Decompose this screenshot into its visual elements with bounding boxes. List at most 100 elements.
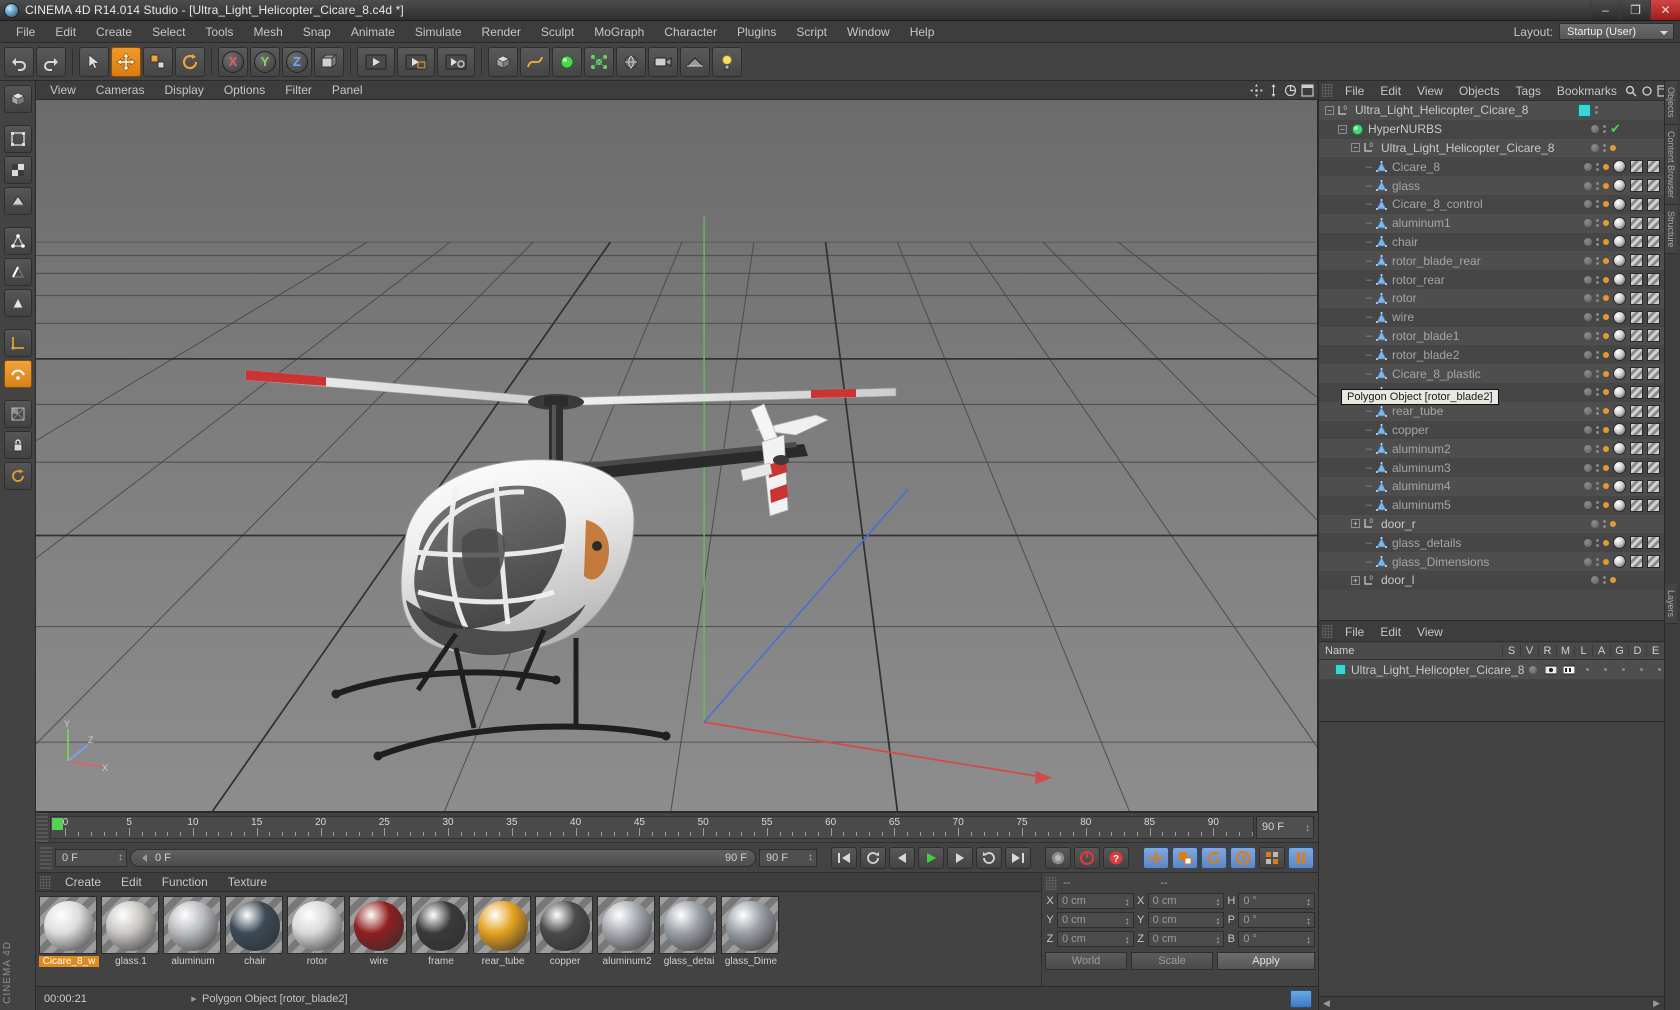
- layer-visible-cell[interactable]: [1542, 665, 1560, 675]
- live-selection-tool-button[interactable]: [79, 46, 109, 77]
- material-swatch[interactable]: frame: [411, 896, 471, 967]
- check-icon[interactable]: ✔: [1610, 121, 1660, 137]
- texture-mode-button[interactable]: [3, 156, 32, 184]
- phong-tag-icon[interactable]: [1603, 182, 1609, 189]
- tree-expander[interactable]: −: [1338, 124, 1347, 134]
- layer-col-r[interactable]: R: [1538, 645, 1556, 657]
- world-object-coordinate-button[interactable]: [314, 46, 344, 77]
- play-backwards-loop-button[interactable]: [860, 846, 886, 869]
- menu-mesh[interactable]: Mesh: [243, 21, 292, 43]
- object-tree-row[interactable]: – glass_details: [1319, 533, 1664, 553]
- material-tag-icon[interactable]: [1613, 404, 1626, 418]
- visibility-dot[interactable]: [1591, 519, 1599, 528]
- object-tree-row[interactable]: +0 door_l: [1319, 570, 1664, 590]
- apply-button[interactable]: Apply: [1217, 952, 1315, 970]
- minimize-button[interactable]: –: [1590, 0, 1620, 20]
- uvw-tag-icon[interactable]: [1647, 479, 1660, 493]
- play-button[interactable]: [918, 846, 944, 869]
- visibility-dots[interactable]: [1596, 313, 1599, 322]
- texture-tag-icon[interactable]: [1630, 273, 1643, 287]
- go-to-start-button[interactable]: [831, 846, 857, 869]
- go-to-end-button[interactable]: [1005, 846, 1031, 869]
- object-tree-row[interactable]: − HyperNURBS ✔: [1319, 119, 1664, 139]
- visibility-dots[interactable]: [1596, 162, 1599, 171]
- visibility-dots[interactable]: [1596, 388, 1599, 397]
- key-rotation-button[interactable]: [1201, 846, 1227, 869]
- visibility-dots[interactable]: [1596, 482, 1599, 491]
- menu-mograph[interactable]: MoGraph: [584, 21, 654, 43]
- object-tree-row[interactable]: +0 door_r: [1319, 514, 1664, 534]
- coord-position-field[interactable]: 0 cm: [1057, 930, 1134, 948]
- texture-tag-icon[interactable]: [1630, 404, 1643, 418]
- visibility-dot[interactable]: [1584, 275, 1592, 284]
- material-swatch[interactable]: Cicare_8_w: [39, 896, 99, 967]
- visibility-dots[interactable]: [1596, 256, 1599, 265]
- visibility-dot[interactable]: [1584, 407, 1592, 416]
- layer-row[interactable]: Ultra_Light_Helicopter_Cicare_8: [1319, 660, 1679, 679]
- axis-y-lock-button[interactable]: Y: [250, 46, 280, 77]
- model-mode-button[interactable]: [3, 125, 32, 153]
- material-swatch[interactable]: aluminum: [163, 896, 223, 967]
- object-tree-row[interactable]: − 0 Ultra_Light_Helicopter_Cicare_8: [1319, 101, 1664, 120]
- play-forwards-loop-button[interactable]: [976, 846, 1002, 869]
- menu-file[interactable]: File: [6, 21, 45, 43]
- material-thumbnail[interactable]: [535, 896, 593, 954]
- object-tree-row[interactable]: – wire: [1319, 307, 1664, 327]
- menu-render[interactable]: Render: [472, 21, 531, 43]
- texture-tag-icon[interactable]: [1630, 291, 1643, 305]
- texture-tag-icon[interactable]: [1630, 442, 1643, 456]
- visibility-dots[interactable]: [1596, 369, 1599, 378]
- attribute-menu-edit[interactable]: Edit: [1372, 622, 1409, 642]
- texture-tag-icon[interactable]: [1630, 197, 1643, 211]
- attribute-menu-view[interactable]: View: [1409, 622, 1451, 642]
- add-environment-button[interactable]: [616, 46, 646, 77]
- object-tree-row[interactable]: – aluminum1: [1319, 213, 1664, 233]
- add-camera-button[interactable]: [648, 46, 678, 77]
- uvw-tag-icon[interactable]: [1647, 179, 1660, 193]
- material-tag-icon[interactable]: [1613, 160, 1626, 174]
- material-tag-icon[interactable]: [1613, 385, 1626, 399]
- object-tree[interactable]: −0 Ultra_Light_Helicopter_Cicare_8− HyperN…: [1319, 101, 1664, 620]
- layer-animation-cell[interactable]: [1614, 668, 1632, 671]
- menu-plugins[interactable]: Plugins: [727, 21, 786, 43]
- visibility-dots[interactable]: [1596, 200, 1599, 209]
- phong-tag-icon[interactable]: [1603, 332, 1609, 339]
- viewport-menu-view[interactable]: View: [40, 81, 86, 100]
- menu-help[interactable]: Help: [900, 21, 945, 43]
- quantize-button[interactable]: [3, 462, 32, 490]
- rotate-tool-button[interactable]: [175, 46, 205, 77]
- visibility-dots[interactable]: [1596, 444, 1599, 453]
- visibility-dot[interactable]: [1584, 181, 1592, 190]
- texture-tag-icon[interactable]: [1630, 385, 1643, 399]
- material-thumbnail[interactable]: [39, 896, 97, 954]
- add-nurbs-generator-button[interactable]: [552, 46, 582, 77]
- coord-position-field[interactable]: 0 cm: [1057, 892, 1134, 910]
- phong-tag-icon[interactable]: [1603, 238, 1609, 245]
- attribute-menu-file[interactable]: File: [1337, 622, 1372, 642]
- coord-position-field[interactable]: 0 cm: [1057, 911, 1134, 929]
- visibility-dot[interactable]: [1591, 143, 1599, 152]
- menu-select[interactable]: Select: [142, 21, 195, 43]
- material-swatch[interactable]: rear_tube: [473, 896, 533, 967]
- viewport-pan-icon[interactable]: [1249, 83, 1263, 97]
- material-thumbnail[interactable]: [411, 896, 469, 954]
- material-swatch[interactable]: glass_Dime: [721, 896, 781, 967]
- layout-select[interactable]: Startup (User): [1559, 23, 1674, 40]
- visibility-dot[interactable]: [1591, 125, 1599, 134]
- viewport-maximize-icon[interactable]: [1300, 83, 1314, 97]
- visibility-dots[interactable]: [1596, 275, 1599, 284]
- visibility-dot[interactable]: [1584, 350, 1592, 359]
- texture-tag-icon[interactable]: [1630, 367, 1643, 381]
- perspective-viewport[interactable]: Perspective: [36, 100, 1318, 812]
- material-thumbnail[interactable]: [473, 896, 531, 954]
- object-menu-view[interactable]: View: [1409, 81, 1451, 101]
- material-tag-icon[interactable]: [1613, 348, 1626, 362]
- visibility-dot[interactable]: [1584, 256, 1592, 265]
- coordinate-system-select[interactable]: World: [1045, 952, 1127, 970]
- coord-rotation-field[interactable]: 0 °: [1238, 911, 1316, 929]
- transport-grip[interactable]: [40, 846, 52, 869]
- helicopter-3d-model[interactable]: [156, 220, 916, 780]
- phong-tag-icon[interactable]: [1603, 502, 1609, 509]
- phong-tag-icon[interactable]: [1603, 163, 1609, 170]
- visibility-dots[interactable]: [1596, 294, 1599, 303]
